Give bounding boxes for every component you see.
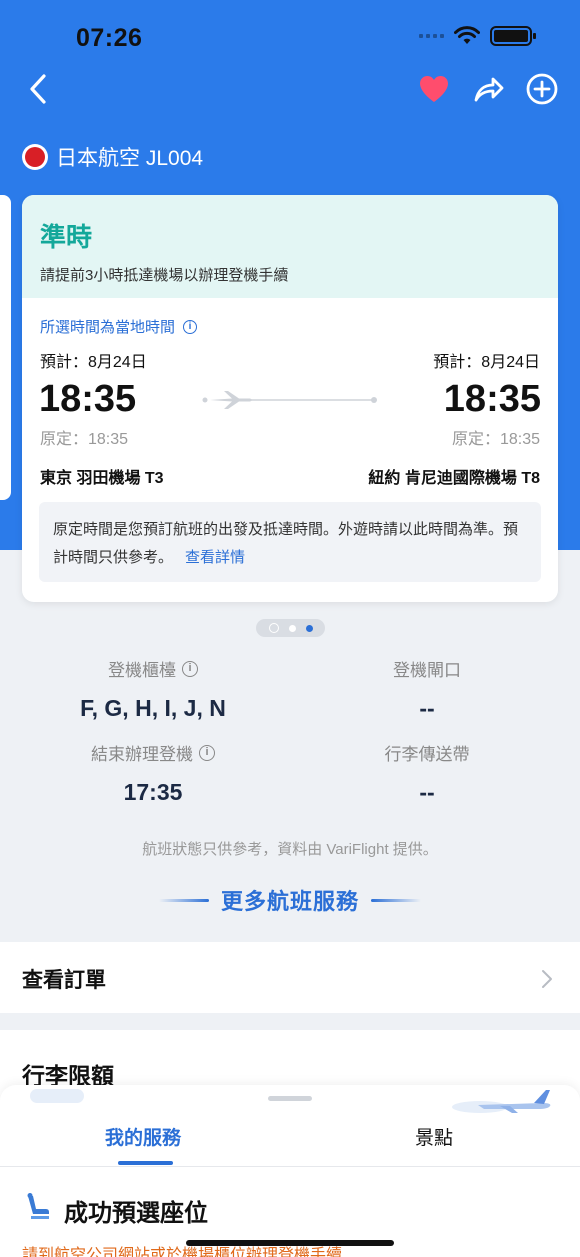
divider-line [158,898,209,902]
search-dot-icon [268,623,279,633]
data-disclaimer: 航班狀態只供參考，資料由 VariFlight 提供。 [142,841,438,858]
airline-logo-icon [22,144,48,170]
flight-title: 日本航空 JL004 [56,147,204,170]
checkin-counter-label: 登機櫃檯 [108,661,176,680]
view-orders-label: 查看訂單 [22,969,106,992]
baggage-belt: 行李傳送帶 -- [282,740,572,806]
checkin-close: 結束辦理登機 i 17:35 [8,740,298,806]
more-services-heading: 更多航班服務 [0,884,580,916]
pager-dot [288,624,296,632]
home-indicator[interactable] [186,1240,394,1246]
pager-dot-active [305,624,313,632]
tab-divider [0,1166,580,1167]
seat-icon [27,1193,49,1219]
arrival-scheduled: 原定：18:35 [451,431,540,448]
status-bar: 07:26 [0,0,580,70]
divider-line [371,898,421,902]
local-time-note[interactable]: 所選時間為當地時間 i [40,316,198,337]
flight-status-card: 準時 請提前3小時抵達機場以辦理登機手續 所選時間為當地時間 i 預計：8月24… [22,195,558,602]
tab-my-services[interactable]: 我的服務 [105,1123,181,1150]
boarding-gate-value: -- [419,695,435,721]
active-tab-indicator [118,1161,173,1165]
add-icon[interactable] [524,71,560,107]
arrival-estimated-date: 預計：8月24日 [433,354,540,371]
departure-time: 18:35 [39,378,137,420]
checkin-notice: 請提前3小時抵達機場以辦理登機手續 [40,267,289,284]
airline-header: 日本航空 JL004 [22,142,203,172]
boarding-gate: 登機閘口 -- [282,656,572,722]
view-orders-row[interactable]: 查看訂單 [0,942,580,1013]
checkin-close-value: 17:35 [123,779,183,805]
checkin-counter-value: F, G, H, I, J, N [80,695,226,721]
view-details-link[interactable]: 查看詳情 [185,549,245,566]
boarding-gate-label: 登機閘口 [393,661,461,680]
checkin-counter: 登機櫃檯 i F, G, H, I, J, N [8,656,298,722]
more-services-title: 更多航班服務 [220,889,359,914]
departure-scheduled: 原定：18:35 [40,431,129,448]
tab-attractions[interactable]: 景點 [415,1123,453,1150]
chevron-right-icon [542,970,552,988]
local-time-label: 所選時間為當地時間 [40,319,176,336]
departure-estimated-date: 預計：8月24日 [40,354,147,371]
back-icon[interactable] [24,70,54,108]
top-nav [0,70,580,110]
wifi-icon [454,26,480,44]
status-banner: 準時 請提前3小時抵達機場以辦理登機手續 [22,195,558,298]
card-pager[interactable] [256,619,325,637]
departure-airport: 東京 羽田機場 T3 [40,470,164,487]
baggage-belt-value: -- [419,779,435,805]
arrival-time: 18:35 [443,378,541,420]
flight-status: 準時 [40,222,93,252]
info-icon[interactable]: i [183,319,198,334]
signal-icon [419,34,444,38]
airplane-decoration-icon [452,1090,551,1113]
favorite-heart-icon[interactable] [417,73,451,105]
info-icon[interactable]: i [199,744,215,761]
baggage-belt-label: 行李傳送帶 [384,745,470,764]
cloud-decoration [30,1089,84,1103]
seat-selected-title: 成功預選座位 [64,1200,208,1227]
info-icon[interactable]: i [182,660,198,677]
previous-card-peek[interactable] [0,195,11,500]
plane-route-icon [202,391,377,409]
time-explanation: 原定時間是您預訂航班的出發及抵達時間。外遊時請以此時間為準。預計時間只供參考。查… [39,502,541,582]
arrival-airport: 紐約 肯尼迪國際機場 T8 [368,470,540,487]
status-time: 07:26 [76,24,143,52]
battery-icon [490,26,536,46]
bottom-sheet: 我的服務 景點 成功預選座位 請到航空公司網站或於機場櫃位辦理登機手續 [0,1085,580,1257]
share-icon[interactable] [470,72,506,106]
status-icons [419,26,536,46]
time-explanation-text: 原定時間是您預訂航班的出發及抵達時間。外遊時請以此時間為準。預計時間只供參考。 [53,521,519,566]
sheet-drag-handle[interactable] [268,1096,312,1101]
checkin-close-label: 結束辦理登機 [91,745,193,764]
